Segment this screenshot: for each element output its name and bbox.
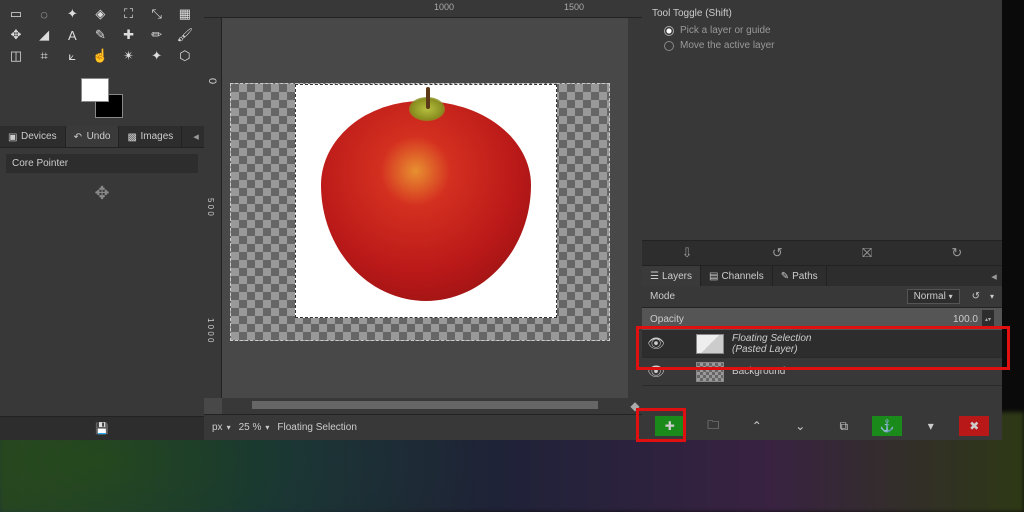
- tab-undo[interactable]: ↶Undo: [66, 126, 120, 147]
- tool-heal[interactable]: ✚: [117, 25, 141, 45]
- merge-down-button[interactable]: ▾: [916, 416, 946, 436]
- save-options-icon[interactable]: ⇩: [682, 245, 693, 261]
- zoom-select[interactable]: 25 %: [239, 422, 262, 433]
- chevron-down-icon: ▾: [265, 423, 269, 432]
- apple-image: [321, 101, 531, 301]
- tool-misc3[interactable]: ✦: [145, 46, 169, 66]
- layer-floating-selection[interactable]: 👁 Floating Selection (Pasted Layer): [642, 330, 1002, 358]
- layer-buttons: ✚ 🗀 ⌃ ⌄ ⧉ ⚓ ▾ ✖: [642, 412, 1002, 440]
- tool-unified[interactable]: ⤡: [145, 4, 169, 24]
- statusbar: px▾ 25 %▾ Floating Selection: [204, 414, 642, 440]
- canvas-viewport[interactable]: [222, 18, 642, 398]
- delete-options-icon[interactable]: ⛝: [862, 245, 872, 261]
- radio-move-active[interactable]: Move the active layer: [652, 38, 992, 53]
- raise-layer-button[interactable]: ⌃: [742, 416, 772, 436]
- tool-rect-select[interactable]: ▭: [4, 4, 28, 24]
- left-panel: ▭ ◌ ✦ ◈ ⛶ ⤡ ▦ ✥ ◢ A ✎ ✚ ✏ 🖌 ◫ ⌗ ⟀ ☝ ✴ ✦ …: [0, 0, 204, 440]
- layer-thumbnail: [696, 334, 724, 354]
- tab-menu-icon[interactable]: ◂: [188, 126, 204, 147]
- tab-layers[interactable]: ☰Layers: [642, 266, 701, 286]
- visibility-toggle[interactable]: 👁: [646, 363, 666, 380]
- tool-misc4[interactable]: ⬡: [173, 46, 197, 66]
- ruler-vertical: 0 5 0 0 1 0 0 0: [204, 18, 222, 398]
- pasted-selection[interactable]: [295, 84, 557, 318]
- tool-fuzzy[interactable]: ✦: [60, 4, 84, 24]
- duplicate-layer-button[interactable]: ⧉: [829, 416, 859, 436]
- right-panel: Tool Toggle (Shift) Pick a layer or guid…: [642, 0, 1002, 440]
- core-pointer-label: Core Pointer: [6, 154, 198, 173]
- ruler-horizontal: 1000 1500: [204, 0, 642, 18]
- nav-icon[interactable]: ◆: [628, 398, 642, 414]
- layer-background[interactable]: 👁 Background: [642, 358, 1002, 386]
- tool-toggle-label: Tool Toggle (Shift): [652, 8, 992, 19]
- tool-bycolor[interactable]: ◈: [88, 4, 112, 24]
- fg-bg-swatch[interactable]: [77, 78, 127, 118]
- layers-panel: ☰Layers ▤Channels ✎Paths ◂ Mode Normal ▾…: [642, 266, 1002, 440]
- canvas-checker: [230, 83, 610, 341]
- lower-layer-button[interactable]: ⌄: [785, 416, 815, 436]
- mode-select[interactable]: Normal ▾: [907, 289, 960, 304]
- new-group-button[interactable]: 🗀: [698, 416, 728, 436]
- layer-thumbnail: [696, 362, 724, 382]
- tool-bucket[interactable]: ◢: [32, 25, 56, 45]
- scrollbar-horizontal[interactable]: [222, 398, 628, 414]
- tab-paths[interactable]: ✎Paths: [773, 266, 827, 286]
- chevron-down-icon: ▾: [227, 423, 231, 432]
- undo-icon: ↶: [74, 132, 84, 142]
- tool-smudge[interactable]: ☝: [88, 46, 112, 66]
- layer-name-label: Floating Selection (Pasted Layer): [732, 333, 812, 355]
- gimp-window: ▭ ◌ ✦ ◈ ⛶ ⤡ ▦ ✥ ◢ A ✎ ✚ ✏ 🖌 ◫ ⌗ ⟀ ☝ ✴ ✦ …: [0, 0, 1002, 440]
- tool-misc2[interactable]: ✴: [117, 46, 141, 66]
- tool-options: Tool Toggle (Shift) Pick a layer or guid…: [642, 0, 1002, 240]
- reset-options-icon[interactable]: ↻: [951, 245, 962, 261]
- tool-warp[interactable]: ✥: [4, 25, 28, 45]
- devices-icon: ▣: [8, 132, 18, 142]
- tool-misc1[interactable]: ▦: [173, 4, 197, 24]
- tool-pencil[interactable]: ✏: [145, 25, 169, 45]
- layers-icon: ☰: [650, 271, 659, 282]
- restore-options-icon[interactable]: ↺: [772, 245, 783, 261]
- tool-text[interactable]: A: [60, 25, 84, 45]
- new-layer-button[interactable]: ✚: [655, 416, 685, 436]
- tool-crop[interactable]: ⛶: [117, 4, 141, 24]
- fg-color[interactable]: [81, 78, 109, 102]
- paths-icon: ✎: [781, 271, 789, 282]
- anchor-layer-button[interactable]: ⚓: [872, 416, 902, 436]
- save-pointer-icon[interactable]: 💾: [95, 422, 109, 435]
- layer-list: 👁 Floating Selection (Pasted Layer) 👁 Ba…: [642, 330, 1002, 412]
- tool-brush[interactable]: 🖌: [173, 25, 197, 45]
- opacity-value[interactable]: 100.0: [953, 314, 978, 325]
- visibility-toggle[interactable]: 👁: [646, 335, 666, 352]
- chevron-down-icon[interactable]: ▾: [990, 292, 994, 301]
- tool-path[interactable]: ✎: [88, 25, 112, 45]
- toolbox: ▭ ◌ ✦ ◈ ⛶ ⤡ ▦ ✥ ◢ A ✎ ✚ ✏ 🖌 ◫ ⌗ ⟀ ☝ ✴ ✦ …: [0, 0, 204, 70]
- mode-label: Mode: [650, 291, 675, 302]
- tool-airbrush[interactable]: ⟀: [60, 46, 84, 66]
- tool-options-buttons: ⇩ ↺ ⛝ ↻: [642, 240, 1002, 266]
- tool-clone[interactable]: ⌗: [32, 46, 56, 66]
- delete-layer-button[interactable]: ✖: [959, 416, 989, 436]
- status-text: Floating Selection: [277, 422, 357, 433]
- tab-devices[interactable]: ▣Devices: [0, 126, 66, 147]
- tab-channels[interactable]: ▤Channels: [701, 266, 773, 286]
- canvas-area: 1000 1500 0 5 0 0 1 0 0 0: [204, 0, 642, 440]
- tab-images[interactable]: ▩Images: [119, 126, 182, 147]
- opacity-spinner[interactable]: ▴▾: [982, 310, 994, 328]
- images-icon: ▩: [127, 132, 137, 142]
- panel-menu-icon[interactable]: ◂: [986, 266, 1002, 286]
- channels-icon: ▤: [709, 271, 718, 282]
- mode-reset-icon[interactable]: ↺: [972, 291, 980, 302]
- radio-pick-layer[interactable]: Pick a layer or guide: [652, 23, 992, 38]
- opacity-label: Opacity: [650, 314, 684, 325]
- layer-name-label: Background: [732, 366, 785, 377]
- scrollbar-vertical[interactable]: [628, 18, 642, 398]
- tool-erase[interactable]: ◫: [4, 46, 28, 66]
- tool-freeselect[interactable]: ◌: [32, 4, 56, 24]
- move-cursor-icon: ✥: [94, 183, 109, 204]
- unit-select[interactable]: px: [212, 422, 223, 433]
